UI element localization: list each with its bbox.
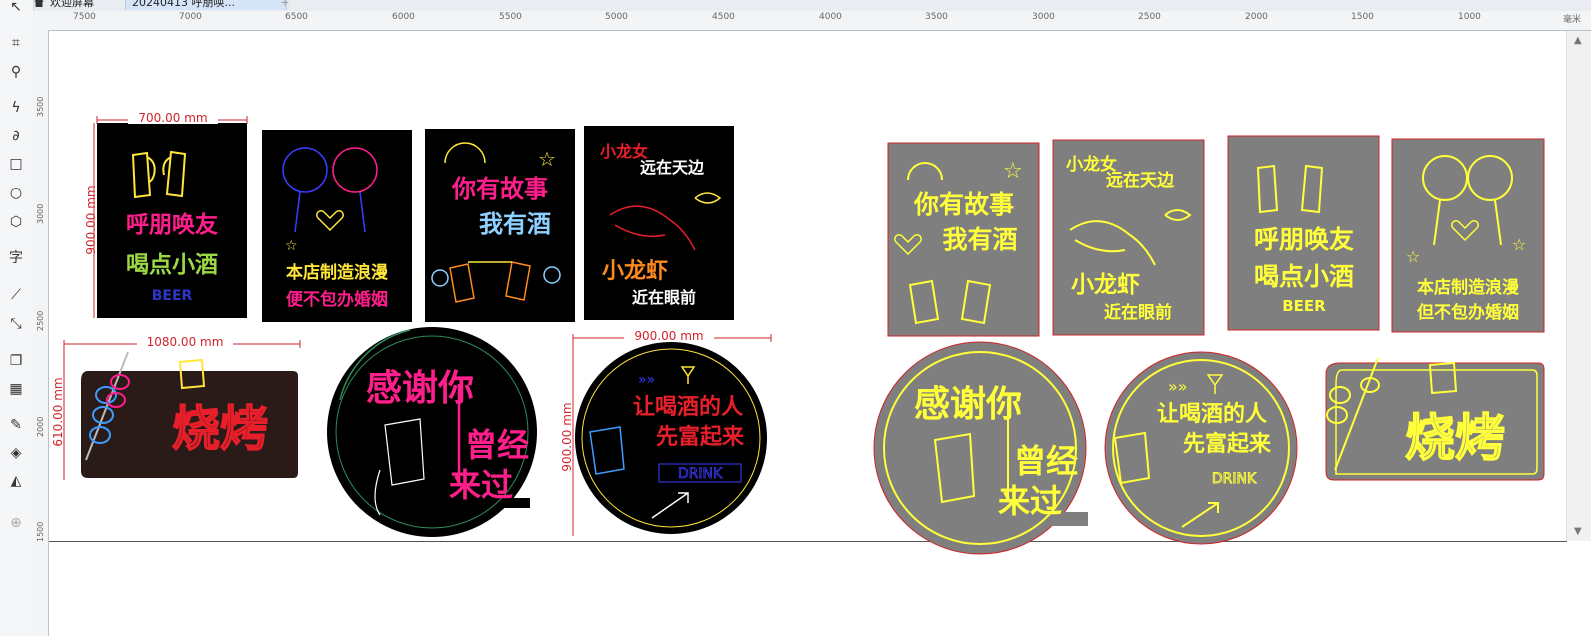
sign-drink[interactable]: »» 让喝酒的人 先富起来 DRINK	[575, 342, 767, 534]
panel4-line1: 本店制造浪漫	[1417, 277, 1520, 298]
svg-text:1080.00 mm: 1080.00 mm	[147, 335, 224, 349]
sign1-line3: BEER	[152, 288, 193, 304]
sign3-line1: 你有故事	[451, 175, 548, 203]
svg-text:900.00 mm: 900.00 mm	[84, 185, 98, 254]
panel-romance[interactable]: ☆ ☆ 本店制造浪漫 但不包办婚姻	[1391, 138, 1545, 333]
sign-thanks[interactable]: 感谢你 曾经 来过	[327, 327, 537, 537]
dimension-height-900b[interactable]: 900.00 mm	[560, 338, 574, 536]
chevrons-icon: »»	[1168, 377, 1188, 396]
sign4-line4: 近在眼前	[632, 288, 696, 307]
star-icon: ☆	[1003, 159, 1023, 184]
sign6-line3: 来过	[449, 466, 513, 504]
panel3-line1: 呼朋唤友	[1254, 225, 1354, 254]
dimension-width-1080[interactable]: 1080.00 mm	[63, 335, 301, 349]
panel1-line1: 你有故事	[913, 190, 1014, 219]
sign-romance[interactable]: ☆ 本店制造浪漫 便不包办婚姻	[262, 130, 412, 322]
sign-beer-friends[interactable]: 呼朋唤友 喝点小酒 BEER	[97, 123, 247, 318]
sign4-line2: 远在天边	[640, 158, 705, 177]
sign7-line2: 先富起来	[656, 424, 745, 450]
svg-text:900.00 mm: 900.00 mm	[634, 329, 703, 343]
dimension-width-700[interactable]: 700.00 mm	[96, 111, 248, 125]
chevrons-icon: »»	[638, 372, 655, 388]
sign1-line1: 呼朋唤友	[126, 211, 218, 238]
svg-text:610.00 mm: 610.00 mm	[51, 377, 65, 446]
svg-text:900.00 mm: 900.00 mm	[560, 402, 574, 471]
panel2-line3: 小龙虾	[1071, 272, 1140, 298]
sign-crayfish[interactable]: 小龙女 远在天边 小龙虾 近在眼前	[584, 126, 734, 320]
star-icon: ☆	[1406, 247, 1420, 266]
sign6-line2: 曾经	[465, 426, 529, 464]
sign3-line2: 我有酒	[479, 210, 551, 238]
panel-drink[interactable]: »» 让喝酒的人 先富起来 DRINK	[1104, 351, 1298, 545]
panel1-line2: 我有酒	[942, 225, 1017, 254]
panel-story[interactable]: ☆ 你有故事 我有酒	[887, 142, 1040, 337]
panel3-line2: 喝点小酒	[1254, 262, 1354, 291]
panel6-line3: DRINK	[1212, 471, 1257, 487]
sign2-line1: 本店制造浪漫	[286, 262, 389, 283]
sign7-line1: 让喝酒的人	[633, 394, 743, 420]
panel-bbq[interactable]: 烧烤	[1325, 357, 1545, 481]
sign7-line3: DRINK	[678, 466, 723, 482]
sign2-line2: 便不包办婚姻	[286, 289, 388, 310]
panel-crayfish[interactable]: 小龙女 远在天边 小龙虾 近在眼前	[1052, 139, 1205, 336]
panel3-line3: BEER	[1282, 297, 1326, 315]
dimension-width-900[interactable]: 900.00 mm	[572, 329, 772, 343]
dimension-height-900[interactable]: 900.00 mm	[84, 123, 98, 318]
sign-story[interactable]: ☆ 你有故事 我有酒	[425, 129, 575, 322]
sign-bbq[interactable]: 烧烤	[79, 351, 300, 480]
dimension-height-610[interactable]: 610.00 mm	[51, 344, 65, 480]
panel6-line1: 让喝酒的人	[1157, 401, 1267, 427]
panel5-line3: 来过	[998, 482, 1062, 520]
canvas-artwork: 呼朋唤友 喝点小酒 BEER 700.00 mm 900.00 mm ☆ 本店制…	[51, 111, 1545, 555]
panel7-text: 烧烤	[1405, 409, 1505, 467]
panel-beer-friends[interactable]: 呼朋唤友 喝点小酒 BEER	[1227, 135, 1380, 331]
panel4-line2: 但不包办婚姻	[1417, 302, 1519, 323]
panel2-line4: 近在眼前	[1104, 302, 1172, 323]
star-icon: ☆	[1512, 235, 1526, 254]
panel5-line1: 感谢你	[914, 384, 1022, 425]
panel2-line2: 远在天边	[1106, 170, 1175, 191]
star-icon: ☆	[285, 238, 298, 254]
panel5-line2: 曾经	[1014, 442, 1078, 480]
svg-text:700.00 mm: 700.00 mm	[138, 111, 207, 125]
sign5-text: 烧烤	[172, 401, 268, 457]
panel-thanks[interactable]: 感谢你 曾经 来过	[873, 341, 1088, 555]
sign1-line2: 喝点小酒	[126, 252, 218, 278]
sign4-line3: 小龙虾	[602, 259, 668, 284]
panel6-line2: 先富起来	[1183, 431, 1272, 457]
star-icon: ☆	[538, 147, 556, 171]
